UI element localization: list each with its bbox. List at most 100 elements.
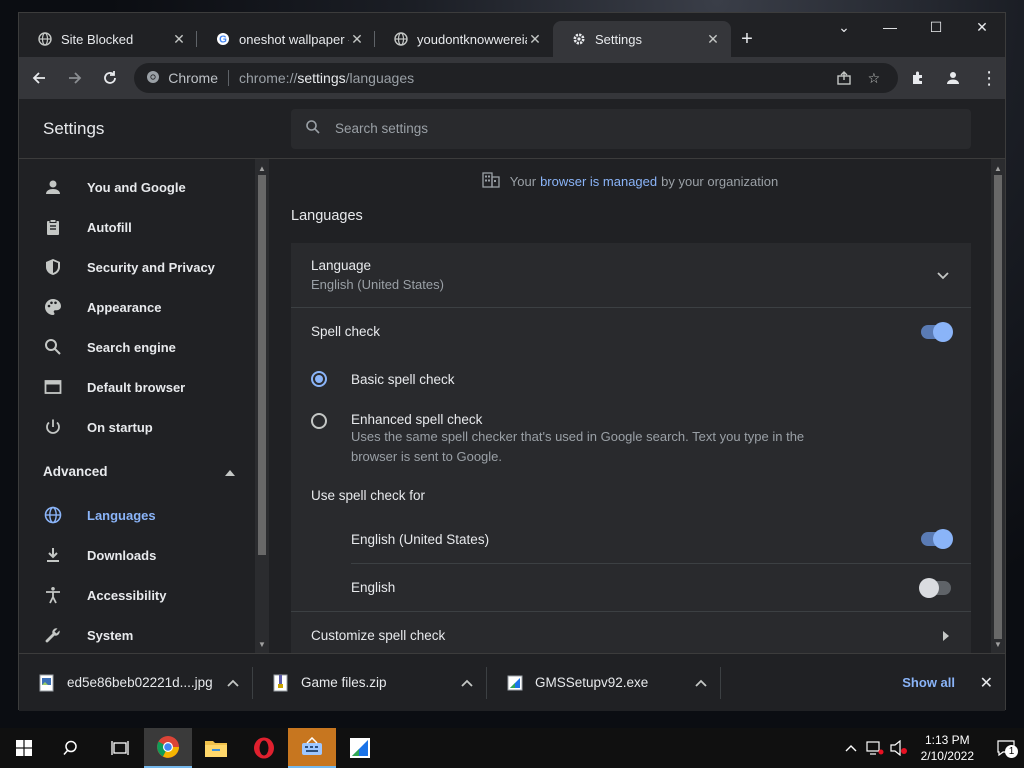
languages-card: Language English (United States) Spell c…	[291, 243, 971, 653]
sidebar-item-appearance[interactable]: Appearance	[19, 287, 255, 327]
tab-oneshot-wallpaper[interactable]: G oneshot wallpaper - G ✕	[197, 21, 375, 57]
sidebar-item-label: Accessibility	[87, 587, 167, 603]
notifications-icon[interactable]: 1	[988, 740, 1024, 758]
spell-check-toggle[interactable]	[921, 321, 953, 342]
main-scrollbar[interactable]: ▲ ▼	[991, 159, 1005, 653]
sidebar-item-on-startup[interactable]: On startup	[19, 407, 255, 447]
enhanced-spell-check-label: Enhanced spell check	[351, 412, 483, 427]
tab-title: youdontknowwereiam	[417, 31, 527, 47]
download-icon	[43, 545, 63, 565]
file-explorer-icon[interactable]	[192, 728, 240, 768]
building-icon	[482, 171, 500, 191]
taskbar-chrome-icon[interactable]	[144, 728, 192, 768]
language-label: Language	[311, 258, 372, 273]
scroll-down-arrow-icon[interactable]: ▼	[991, 637, 1005, 651]
bookmark-star-icon[interactable]: ☆	[862, 70, 886, 87]
sidebar-item-default-browser[interactable]: Default browser	[19, 367, 255, 407]
search-settings-box[interactable]	[291, 108, 971, 149]
tab-settings[interactable]: Settings ✕	[553, 21, 731, 57]
clock-date: 2/10/2022	[920, 749, 974, 763]
forward-button[interactable]	[59, 62, 91, 94]
menu-kebab-icon[interactable]: ⋮	[973, 62, 1005, 94]
scroll-up-arrow-icon[interactable]: ▲	[255, 161, 269, 175]
sidebar-scrollbar[interactable]: ▲ ▼	[255, 159, 269, 653]
close-window-icon[interactable]: ✕	[959, 13, 1005, 41]
profile-icon[interactable]	[938, 62, 970, 94]
tab-search-icon[interactable]: ⌄	[821, 13, 867, 41]
clock-time: 1:13 PM	[924, 733, 970, 747]
sidebar-item-system[interactable]: System	[19, 615, 255, 653]
chevron-up-icon[interactable]	[227, 676, 239, 690]
task-view-icon[interactable]	[96, 728, 144, 768]
language-row[interactable]: Language English (United States)	[291, 243, 971, 307]
installer-taskbar-icon[interactable]	[336, 728, 384, 768]
show-all-downloads-button[interactable]: Show all	[902, 675, 955, 690]
downloads-bar: ed5e86beb02221d....jpg Game files.zip GM…	[19, 653, 1005, 711]
shield-icon	[43, 257, 63, 277]
back-button[interactable]	[23, 62, 55, 94]
taskbar-search-icon[interactable]	[48, 728, 96, 768]
notification-count: 1	[1005, 745, 1018, 758]
sidebar-item-languages[interactable]: Languages	[19, 495, 255, 535]
customize-spell-check-row[interactable]: Customize spell check	[291, 611, 971, 653]
caret-up-icon	[225, 464, 235, 479]
spell-lang-row-en[interactable]: English	[351, 563, 971, 611]
sidebar-item-downloads[interactable]: Downloads	[19, 535, 255, 575]
basic-spell-check-option[interactable]: Basic spell check	[291, 355, 971, 403]
spell-lang-toggle-en[interactable]	[919, 577, 951, 598]
spell-lang-toggle-en-us[interactable]	[921, 529, 953, 549]
search-input[interactable]	[335, 121, 935, 136]
taskbar-clock[interactable]: 1:13 PM 2/10/2022	[921, 732, 974, 764]
network-icon[interactable]	[863, 740, 887, 756]
sidebar-item-you-and-google[interactable]: You and Google	[19, 167, 255, 207]
new-tab-button[interactable]: +	[731, 21, 763, 57]
chevron-up-icon[interactable]	[461, 676, 473, 690]
download-file-name: GMSSetupv92.exe	[535, 675, 649, 690]
scroll-down-arrow-icon[interactable]: ▼	[255, 637, 269, 651]
sidebar-item-security-and-privacy[interactable]: Security and Privacy	[19, 247, 255, 287]
chevron-up-icon[interactable]	[839, 744, 863, 752]
spell-check-label: Spell check	[311, 324, 381, 339]
basic-spell-check-radio[interactable]	[311, 371, 327, 387]
spell-lang-row-en-us[interactable]: English (United States)	[331, 515, 971, 563]
download-item-exe[interactable]: GMSSetupv92.exe	[487, 663, 721, 703]
section-title-languages: Languages	[291, 208, 363, 224]
keyboard-app-icon[interactable]	[288, 728, 336, 768]
scroll-up-arrow-icon[interactable]: ▲	[991, 161, 1005, 175]
opera-icon[interactable]	[240, 728, 288, 768]
chevron-up-icon[interactable]	[695, 676, 707, 690]
sidebar-advanced-toggle[interactable]: Advanced	[19, 447, 255, 495]
volume-muted-icon[interactable]	[887, 740, 911, 756]
sidebar-item-autofill[interactable]: Autofill	[19, 207, 255, 247]
scrollbar-thumb[interactable]	[994, 175, 1002, 639]
reload-button[interactable]	[94, 62, 126, 94]
windows-taskbar: 1:13 PM 2/10/2022 1	[0, 728, 1024, 768]
extensions-icon[interactable]	[902, 62, 934, 94]
tab-youdontknowwereiam[interactable]: youdontknowwereiam ✕	[375, 21, 553, 57]
maximize-icon[interactable]: ☐	[913, 13, 959, 41]
close-icon[interactable]: ✕	[705, 31, 721, 47]
sidebar-item-accessibility[interactable]: Accessibility	[19, 575, 255, 615]
wrench-icon	[43, 625, 63, 645]
close-downloads-bar-icon[interactable]: ✕	[980, 673, 993, 693]
download-item-zip[interactable]: Game files.zip	[253, 663, 487, 703]
address-bar[interactable]: Chrome chrome://settings/languages ☆	[134, 63, 898, 93]
share-icon[interactable]	[832, 70, 856, 86]
sidebar-item-search-engine[interactable]: Search engine	[19, 327, 255, 367]
download-item-jpg[interactable]: ed5e86beb02221d....jpg	[19, 663, 253, 703]
sidebar-item-label: On startup	[87, 419, 153, 435]
scrollbar-thumb[interactable]	[258, 175, 266, 555]
tab-site-blocked[interactable]: Site Blocked ✕	[19, 21, 197, 57]
close-icon[interactable]: ✕	[527, 31, 543, 47]
browser-managed-link[interactable]: browser is managed	[540, 174, 657, 189]
sidebar-item-label: Autofill	[87, 219, 132, 235]
close-icon[interactable]: ✕	[349, 31, 365, 47]
minimize-icon[interactable]: —	[867, 13, 913, 41]
clipboard-icon	[43, 217, 63, 237]
spell-check-row[interactable]: Spell check	[291, 307, 971, 355]
close-icon[interactable]: ✕	[171, 31, 187, 47]
enhanced-spell-check-radio[interactable]	[311, 413, 327, 429]
enhanced-spell-check-option[interactable]: Enhanced spell check Uses the same spell…	[291, 403, 971, 475]
chevron-down-icon[interactable]	[937, 267, 949, 283]
start-button[interactable]	[0, 728, 48, 768]
